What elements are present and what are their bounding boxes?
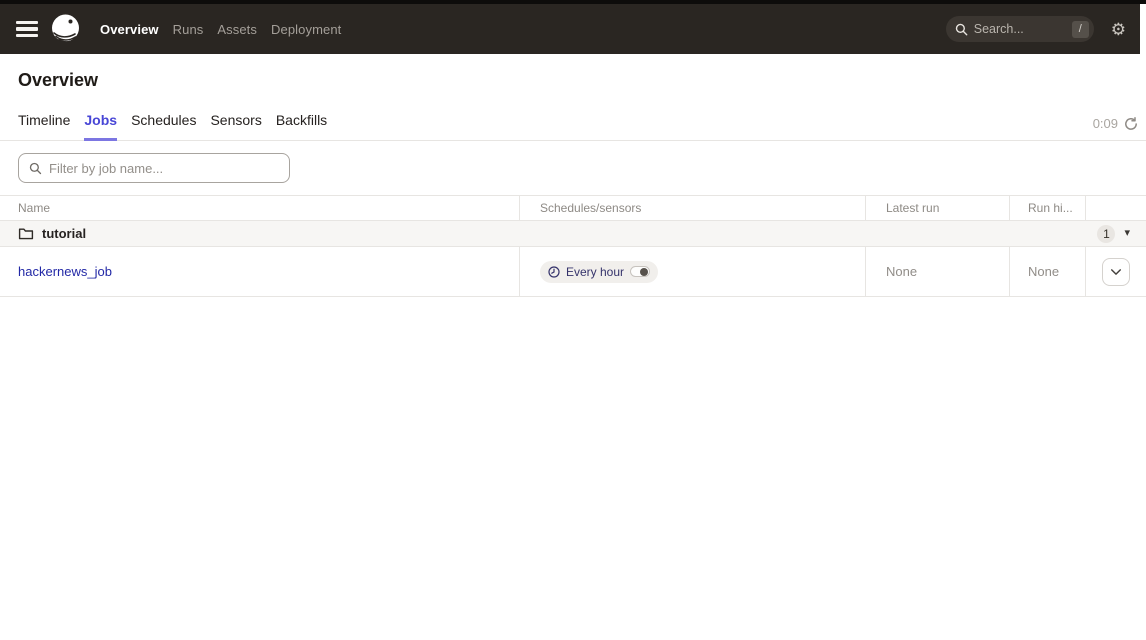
column-header-run-history: Run hi... — [1010, 196, 1086, 220]
repo-group-label-wrap: tutorial — [18, 226, 86, 241]
schedule-tag[interactable]: Every hour — [540, 261, 658, 283]
top-navbar: Overview Runs Assets Deployment / ⚙ — [0, 4, 1140, 54]
latest-run-cell: None — [866, 247, 1010, 296]
filter-section — [0, 141, 1146, 191]
global-search-input[interactable] — [974, 22, 1066, 36]
schedule-label: Every hour — [566, 265, 624, 279]
job-filter-input[interactable] — [49, 161, 279, 176]
nav-link-overview[interactable]: Overview — [100, 22, 159, 37]
job-name-cell: hackernews_job — [0, 247, 520, 296]
tab-jobs[interactable]: Jobs — [84, 112, 117, 140]
hamburger-menu-icon[interactable] — [16, 21, 38, 37]
column-header-name: Name — [0, 196, 520, 220]
settings-gear-icon[interactable]: ⚙ — [1111, 21, 1126, 38]
repo-group-name: tutorial — [42, 226, 86, 241]
nav-link-assets[interactable]: Assets — [217, 22, 257, 37]
latest-run-value: None — [886, 264, 917, 279]
job-schedule-cell: Every hour — [520, 247, 866, 296]
search-shortcut-key: / — [1072, 21, 1089, 38]
tab-sensors[interactable]: Sensors — [210, 112, 261, 140]
tab-timeline[interactable]: Timeline — [18, 112, 70, 140]
repo-group-meta: 1 ▾ — [1097, 225, 1130, 243]
collapse-caret-icon[interactable]: ▾ — [1124, 228, 1130, 239]
page-title: Overview — [18, 70, 1128, 91]
tab-backfills[interactable]: Backfills — [276, 112, 327, 140]
refresh-control: 0:09 — [1093, 116, 1138, 131]
jobs-table-header: Name Schedules/sensors Latest run Run hi… — [0, 195, 1146, 221]
search-icon — [955, 23, 968, 36]
tab-schedules[interactable]: Schedules — [131, 112, 196, 140]
job-actions-cell — [1086, 247, 1146, 296]
jobs-table: Name Schedules/sensors Latest run Run hi… — [0, 195, 1146, 297]
global-search-box[interactable]: / — [946, 16, 1094, 42]
nav-link-runs[interactable]: Runs — [173, 22, 204, 37]
schedule-toggle[interactable] — [630, 266, 650, 277]
job-name-link[interactable]: hackernews_job — [18, 264, 112, 279]
run-history-value: None — [1028, 264, 1059, 279]
column-header-schedules: Schedules/sensors — [520, 196, 866, 220]
column-header-latest-run: Latest run — [866, 196, 1010, 220]
job-table-row: hackernews_job Every hour None None — [0, 247, 1146, 297]
filter-search-icon — [29, 162, 42, 175]
overview-tabs: Timeline Jobs Schedules Sensors Backfill… — [0, 112, 1146, 141]
page-header: Overview — [0, 54, 1146, 91]
job-expand-button[interactable] — [1102, 258, 1130, 286]
chevron-down-icon — [1110, 268, 1122, 276]
clock-icon — [548, 266, 560, 278]
navbar-right-group: / ⚙ — [946, 16, 1126, 42]
nav-link-deployment[interactable]: Deployment — [271, 22, 341, 37]
primary-nav: Overview Runs Assets Deployment — [100, 22, 341, 37]
refresh-icon[interactable] — [1124, 117, 1138, 131]
repo-group-row[interactable]: tutorial 1 ▾ — [0, 221, 1146, 247]
job-filter-box[interactable] — [18, 153, 290, 183]
job-count-badge: 1 — [1097, 225, 1115, 243]
column-header-actions — [1086, 196, 1146, 220]
folder-icon — [18, 226, 34, 241]
dagster-logo-icon[interactable] — [49, 12, 83, 46]
refresh-countdown: 0:09 — [1093, 116, 1118, 131]
run-history-cell: None — [1010, 247, 1086, 296]
